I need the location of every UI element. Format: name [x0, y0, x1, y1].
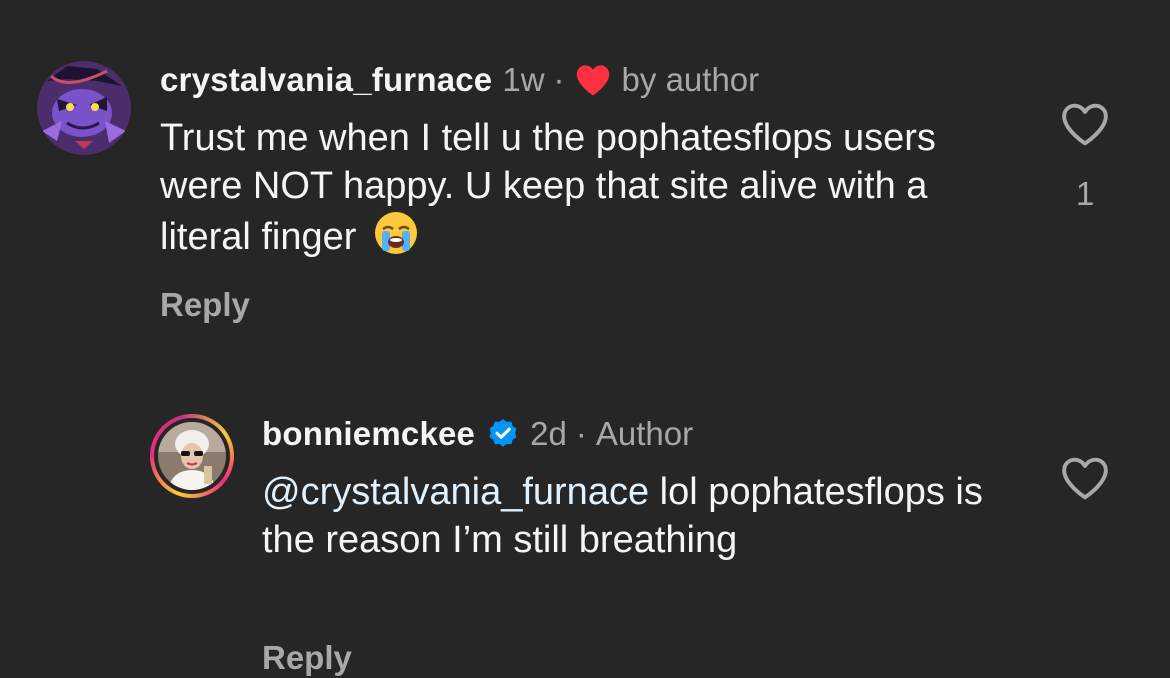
comment-header: crystalvania_furnace 1w · by author — [160, 60, 759, 100]
avatar-image — [158, 422, 226, 490]
commenter-avatar[interactable] — [158, 422, 226, 490]
commenter-avatar[interactable] — [37, 61, 131, 155]
reply-button[interactable]: Reply — [262, 638, 352, 678]
comment-text: Trust me when I tell u the pophatesflops… — [160, 117, 936, 258]
like-count: 1 — [1075, 175, 1095, 212]
username[interactable]: bonniemckee — [262, 414, 475, 454]
timestamp: 1w — [502, 61, 545, 98]
like-button[interactable] — [1060, 101, 1110, 147]
author-liked-heart-icon — [574, 63, 612, 97]
liked-by-author-label: by author — [621, 61, 760, 98]
loudly-crying-face-icon — [373, 210, 419, 268]
username[interactable]: crystalvania_furnace — [160, 60, 492, 100]
timestamp: 2d — [530, 415, 567, 452]
separator: · — [553, 61, 565, 98]
verified-badge-icon — [486, 417, 520, 451]
comment-body: @crystalvania_furnace lol pophatesflops … — [262, 468, 1022, 564]
like-button[interactable] — [1060, 455, 1110, 501]
mention-link[interactable]: @crystalvania_furnace — [262, 471, 649, 513]
heart-outline-icon — [1062, 457, 1108, 500]
author-label: Author — [595, 415, 694, 452]
heart-outline-icon — [1062, 103, 1108, 146]
avatar-image — [37, 61, 131, 155]
comment-header: bonniemckee 2d · Author — [262, 414, 693, 454]
comment-body: Trust me when I tell u the pophatesflops… — [160, 114, 960, 268]
separator: · — [575, 415, 587, 452]
reply-button[interactable]: Reply — [160, 285, 250, 325]
